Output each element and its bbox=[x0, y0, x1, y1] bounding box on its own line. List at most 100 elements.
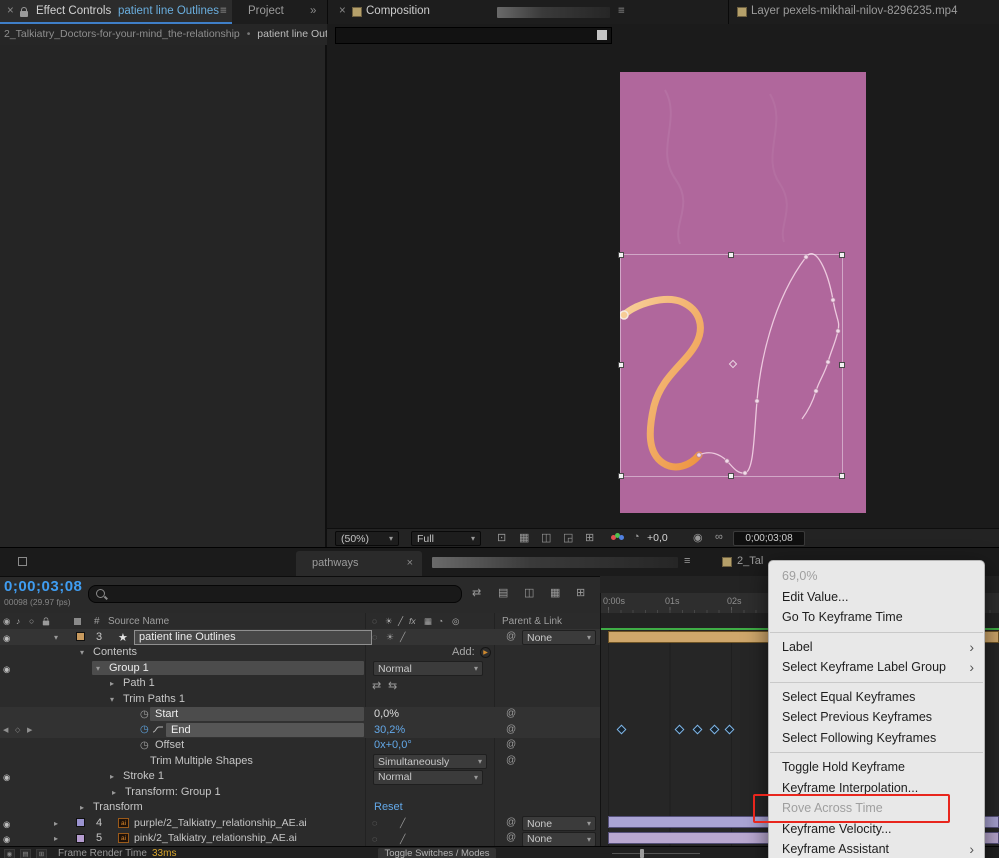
exposure-value[interactable]: +0,0 bbox=[647, 532, 668, 544]
path-direction-icon[interactable]: ⇆ bbox=[388, 679, 397, 692]
twirl-open-icon[interactable]: ▾ bbox=[80, 648, 84, 657]
panel-menu-icon[interactable]: ≡ bbox=[684, 555, 690, 567]
stroke-label[interactable]: Stroke 1 bbox=[123, 770, 164, 782]
draft-3d-icon[interactable]: ▤ bbox=[498, 586, 508, 599]
selection-handle[interactable] bbox=[618, 473, 624, 479]
blend-mode-dropdown[interactable]: Normal ▾ bbox=[373, 661, 483, 676]
graph-editor-icon[interactable] bbox=[152, 725, 164, 734]
transform-group-label[interactable]: Transform: Group 1 bbox=[125, 786, 221, 798]
close-icon[interactable]: × bbox=[7, 5, 14, 17]
visibility-eye-icon[interactable]: ◉ bbox=[3, 834, 10, 845]
twirl-closed-icon[interactable]: ▸ bbox=[110, 679, 114, 688]
start-property-row[interactable]: ◷ Start 0,0% @ bbox=[0, 706, 600, 722]
expand-render-time-button[interactable]: ▤ bbox=[20, 848, 31, 858]
lock-icon[interactable] bbox=[20, 7, 28, 17]
hide-shy-icon[interactable]: ◫ bbox=[524, 586, 534, 599]
twirl-closed-icon[interactable]: ▸ bbox=[54, 834, 58, 843]
panel-menu-icon[interactable]: ≡ bbox=[220, 5, 227, 17]
stopwatch-active-icon[interactable]: ◷ bbox=[140, 724, 149, 735]
layer-name[interactable]: purple/2_Talkiatry_relationship_AE.ai bbox=[134, 817, 307, 829]
label-color-swatch[interactable] bbox=[76, 632, 85, 641]
guides-icon[interactable]: ◲ bbox=[563, 531, 573, 544]
end-label[interactable]: End bbox=[171, 724, 191, 736]
parent-dropdown[interactable]: None ▾ bbox=[522, 630, 596, 645]
composition-mini-flowchart-icon[interactable]: ⇄ bbox=[472, 586, 481, 599]
grid-icon[interactable]: ⊞ bbox=[585, 531, 594, 544]
source-name-header[interactable]: Source Name bbox=[108, 616, 169, 627]
path1-row[interactable]: ▸ Path 1 ⇄ ⇆ bbox=[0, 676, 600, 692]
layer-name-box[interactable]: patient line Outlines bbox=[134, 629, 372, 645]
group-label[interactable]: Group 1 bbox=[109, 662, 149, 674]
layer-name[interactable]: pink/2_Talkiatry_relationship_AE.ai bbox=[134, 832, 297, 844]
menu-item-keyframe-velocity[interactable]: Keyframe Velocity... bbox=[769, 819, 984, 840]
current-comp-tab[interactable]: 2_Tal bbox=[737, 555, 763, 567]
previous-keyframe-icon[interactable]: ◀ bbox=[3, 726, 8, 734]
navigator-handle[interactable] bbox=[597, 30, 607, 40]
selection-handle[interactable] bbox=[728, 252, 734, 258]
menu-item-select-previous-keyframes[interactable]: Select Previous Keyframes bbox=[769, 707, 984, 728]
end-value[interactable]: 30,2% bbox=[374, 724, 405, 736]
path-label[interactable]: Path 1 bbox=[123, 677, 155, 689]
menu-item-select-following-keyframes[interactable]: Select Following Keyframes bbox=[769, 728, 984, 749]
twirl-closed-icon[interactable]: ▸ bbox=[112, 788, 116, 797]
twirl-closed-icon[interactable]: ▸ bbox=[110, 772, 114, 781]
quality-switch[interactable]: ╱ bbox=[400, 632, 405, 643]
end-property-row[interactable]: ◀ ◇ ▶ ◷ End 30,2% @ bbox=[0, 722, 600, 738]
toggle-switches-modes-button[interactable]: Toggle Switches / Modes bbox=[378, 848, 496, 858]
transparency-grid-icon[interactable]: ▦ bbox=[519, 531, 529, 544]
stopwatch-icon[interactable]: ◷ bbox=[140, 709, 149, 720]
contents-row[interactable]: ▾ Contents Add: ▶ bbox=[0, 645, 600, 661]
tab-overflow-icon[interactable]: » bbox=[310, 5, 316, 17]
shy-switch[interactable]: ◌ bbox=[372, 818, 377, 828]
pick-whip-icon[interactable]: @ bbox=[506, 817, 516, 828]
offset-label[interactable]: Offset bbox=[155, 739, 184, 751]
trim-multiple-shapes-row[interactable]: Trim Multiple Shapes Simultaneously ▾ @ bbox=[0, 753, 600, 769]
shy-switch[interactable]: ◌ bbox=[372, 632, 377, 642]
collapse-switch[interactable]: ☀ bbox=[386, 632, 394, 643]
viewer-timecode[interactable]: 0;00;03;08 bbox=[733, 531, 805, 546]
stopwatch-icon[interactable]: ◷ bbox=[140, 740, 149, 751]
selection-handle[interactable] bbox=[839, 362, 845, 368]
visibility-eye-icon[interactable]: ◉ bbox=[3, 819, 10, 830]
mask-visibility-icon[interactable]: ◫ bbox=[541, 531, 551, 544]
add-keyframe-icon[interactable]: ◇ bbox=[15, 726, 20, 734]
pathways-tab[interactable]: pathways × bbox=[296, 551, 422, 576]
zoom-dropdown[interactable]: (50%) ▾ bbox=[335, 531, 399, 546]
selection-handle[interactable] bbox=[839, 473, 845, 479]
offset-property-row[interactable]: ◷ Offset 0x+0,0° @ bbox=[0, 738, 600, 754]
expand-transfer-button[interactable]: ⊞ bbox=[36, 848, 47, 858]
layer-row-5[interactable]: ◉ ▸ 5 ai pink/2_Talkiatry_relationship_A… bbox=[0, 831, 600, 846]
timeline-zoom-knob[interactable] bbox=[640, 849, 644, 858]
stroke1-row[interactable]: ◉ ▸ Stroke 1 Normal ▾ bbox=[0, 769, 600, 785]
menu-item-select-equal-keyframes[interactable]: Select Equal Keyframes bbox=[769, 687, 984, 708]
region-of-interest-icon[interactable]: ⊡ bbox=[497, 531, 506, 544]
visibility-eye-icon[interactable]: ◉ bbox=[3, 772, 10, 783]
composition-navigator[interactable] bbox=[335, 27, 612, 44]
selection-handle[interactable] bbox=[839, 252, 845, 258]
resolution-dropdown[interactable]: Full ▾ bbox=[411, 531, 481, 546]
twirl-closed-icon[interactable]: ▸ bbox=[54, 819, 58, 828]
channel-blue-icon[interactable] bbox=[619, 535, 624, 540]
trim-multiple-dropdown[interactable]: Simultaneously ▾ bbox=[373, 754, 487, 769]
menu-item-select-keyframe-label-group[interactable]: Select Keyframe Label Group › bbox=[769, 657, 984, 678]
group1-row[interactable]: ◉ ▾ Group 1 Normal ▾ bbox=[0, 660, 600, 676]
pick-whip-icon[interactable]: @ bbox=[506, 724, 516, 735]
motion-blur-icon[interactable]: ⊞ bbox=[576, 586, 585, 599]
selection-handle[interactable] bbox=[618, 362, 624, 368]
breadcrumb-comp-name[interactable]: 2_Talkiatry_Doctors-for-your-mind_the-re… bbox=[4, 28, 240, 40]
parent-dropdown[interactable]: None ▾ bbox=[522, 831, 596, 846]
composition-tab[interactable]: Composition bbox=[366, 5, 430, 17]
snapshot-camera-icon[interactable]: ◉ bbox=[693, 531, 703, 544]
twirl-open-icon[interactable]: ▾ bbox=[96, 664, 100, 673]
next-keyframe-icon[interactable]: ▶ bbox=[27, 726, 32, 734]
effect-controls-title[interactable]: Effect Controls bbox=[36, 5, 111, 17]
panel-menu-icon[interactable]: ≡ bbox=[618, 5, 625, 17]
transform-label[interactable]: Transform bbox=[93, 801, 143, 813]
trim-paths-label[interactable]: Trim Paths 1 bbox=[123, 693, 185, 705]
visibility-eye-icon[interactable]: ◉ bbox=[3, 664, 10, 675]
path-direction-icon[interactable]: ⇄ bbox=[372, 679, 381, 692]
selection-handle[interactable] bbox=[728, 473, 734, 479]
start-label[interactable]: Start bbox=[155, 708, 178, 720]
transform-row[interactable]: ▸ Transform Reset bbox=[0, 800, 600, 816]
parent-link-header[interactable]: Parent & Link bbox=[502, 616, 562, 627]
